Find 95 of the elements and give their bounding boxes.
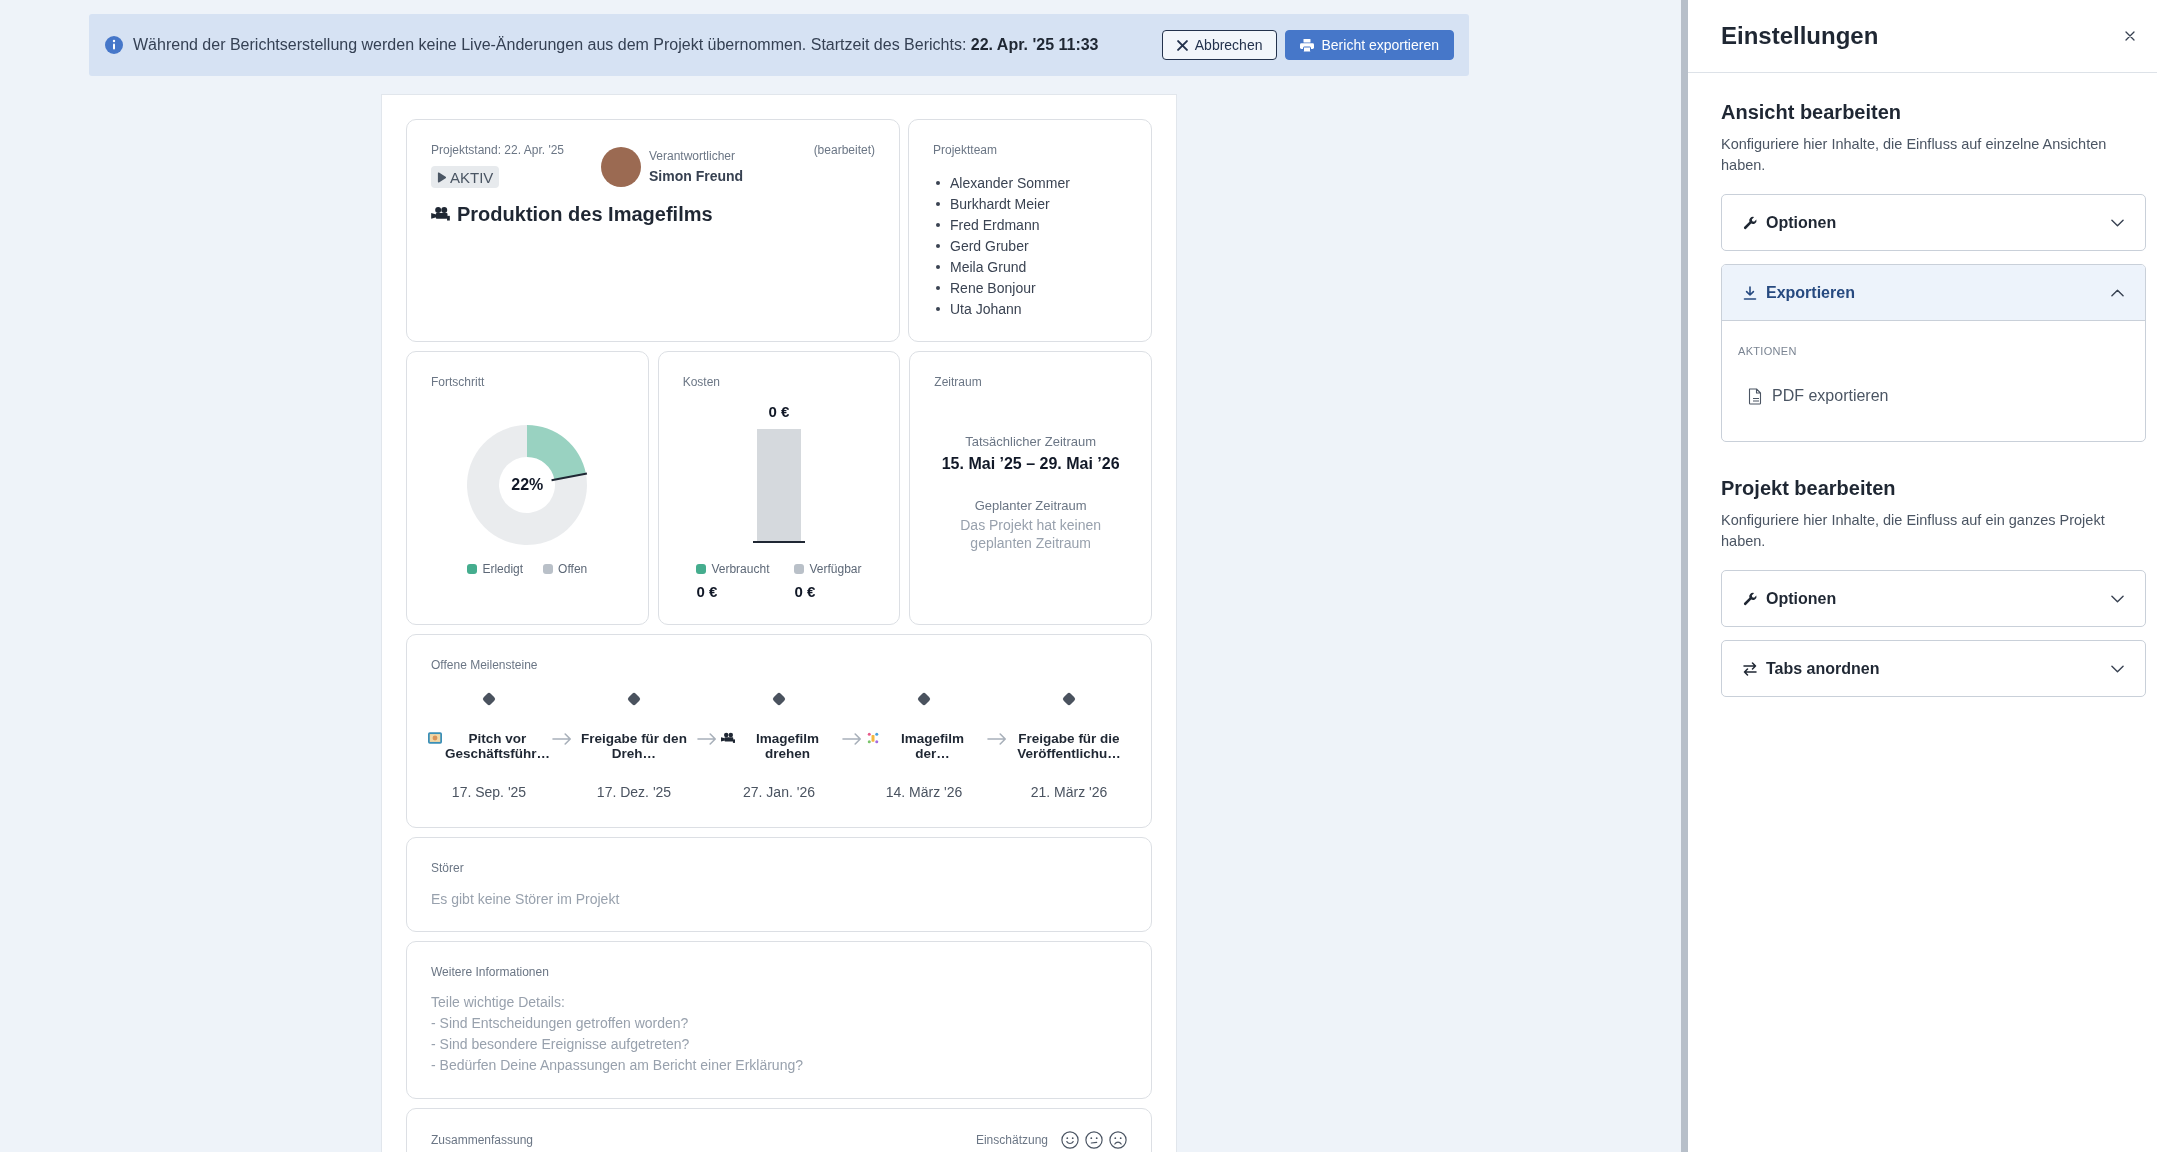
cost-total: 0 € [767,402,791,422]
bullet-icon [936,180,940,185]
milestone-date: 27. Jan. '26 [743,784,815,801]
close-icon [2125,31,2135,41]
arrow-icon [841,733,862,745]
team-member: Uta Johann [950,300,1022,317]
card-title: Weitere Informationen [431,964,550,980]
wrench-icon [1743,215,1757,230]
hint-text: Teile wichtige Details: - Sind Entscheidungen getroffen worden? - Sind besondere Ereignisse aufgetreten? - Bedürfen Deine Anpassungen am Bericht einer Erklärung? [431,993,804,1075]
neutral-face-icon[interactable] [1085,1131,1103,1149]
legend-label: Verbraucht [711,561,770,577]
cost-value: 0 € [696,582,719,602]
banner-message: Während der Berichtserstellung werden keine Live-Änderungen aus dem Projekt übernommen. Startzeit des Berichts: 22. Apr. '25 11:33 [133,36,1100,54]
confetti-icon [866,732,880,744]
download-icon [1743,285,1757,300]
framed-picture-icon [428,732,442,744]
card-title: Kosten [682,374,721,390]
period-empty-note: Das Projekt hat keinen geplanten Zeitraum [959,516,1103,552]
milestone-date: 21. März '26 [1030,784,1108,801]
project-title: Produktion des Imagefilms [457,202,713,227]
team-member: Fred Erdmann [950,216,1040,233]
team-member: Gerd Gruber [950,237,1029,254]
chevron-down-icon [2111,218,2124,227]
legend-label: Verfügbar [809,561,862,577]
status-date: Projektstand: 22. Apr. '25 [431,142,566,158]
file-icon [1748,387,1762,405]
close-icon [1176,39,1188,51]
empty-state-text: Es gibt keine Störer im Projekt [431,890,621,909]
legend-label: Erledigt [482,561,524,577]
accordion-header[interactable]: Tabs anordnen [1721,640,2146,697]
section-heading: Projekt bearbeiten [1721,476,1897,501]
sad-face-icon[interactable] [1109,1131,1127,1149]
milestone-date: 17. Dez. '25 [596,784,672,801]
chevron-down-icon [2111,594,2124,603]
card-title: Fortschritt [431,374,486,390]
section-description: Konfiguriere hier Inhalte, die Einfluss auf ein ganzes Projekt haben. [1721,511,2106,551]
accordion-header[interactable]: Exportieren [1722,265,2145,321]
status-label: AKTIV [450,168,494,186]
team-member: Alexander Sommer [950,174,1070,191]
card-title: Zusammenfassung [431,1132,534,1148]
section-description: Konfiguriere hier Inhalte, die Einfluss auf einzelne Ansichten haben. [1721,135,2108,175]
action-item[interactable]: PDF exportieren [1738,385,1899,407]
arrow-icon [551,733,572,745]
period-range: 15. Mai ’25 – 29. Mai ’26 [940,454,1121,474]
happy-face-icon[interactable] [1061,1131,1079,1149]
info-icon [105,36,123,54]
cost-value: 0 € [794,582,817,602]
progress-percent: 22% [511,476,544,494]
milestone-title: Imagefilm drehen [755,731,820,761]
accordion-header[interactable]: Optionen [1721,570,2146,627]
bullet-icon [936,201,940,206]
legend-label: Offen [558,561,588,577]
bullet-icon [936,222,940,227]
milestone-title: Pitch vor Geschäftsführ… [445,731,550,761]
period-label: Geplanter Zeitraum [973,497,1088,515]
bullet-icon [936,306,940,311]
printer-icon [1300,38,1315,52]
team-member: Rene Bonjour [950,279,1036,296]
bullet-icon [936,285,940,290]
bar-baseline [753,541,805,543]
cancel-button[interactable]: Abbrechen [1161,30,1278,60]
responsible-name: Simon Freund [649,167,744,186]
milestone-title: Imagefilm der… [900,731,965,761]
section-heading: Ansicht bearbeiten [1721,100,1903,125]
edited-note: (bearbeitet) [813,142,875,158]
swap-arrows-icon [1743,661,1757,676]
team-member: Burkhardt Meier [950,195,1050,212]
wrench-icon [1743,591,1757,606]
movie-camera-icon [431,207,450,221]
progress-marker [550,472,589,482]
milestone-title: Freigabe für die Veröffentlichu… [1016,731,1122,761]
chevron-down-icon [2111,664,2124,673]
chevron-up-icon [2111,288,2124,297]
movie-camera-icon [721,732,735,744]
arrow-icon [986,733,1007,745]
group-label: AKTIONEN [1738,344,1798,358]
accordion-header[interactable]: Optionen [1721,194,2146,251]
card-title: Störer [431,860,465,876]
period-label: Tatsächlicher Zeitraum [964,433,1098,451]
milestone-date: 17. Sep. '25 [451,784,527,801]
bullet-icon [936,243,940,248]
export-button[interactable]: Bericht exportieren [1285,30,1454,60]
card-title: Projektteam [933,142,999,158]
avatar [601,147,641,187]
responsible-label: Verantwortlicher [649,148,737,164]
bullet-icon [936,264,940,269]
card-title: Offene Meilensteine [431,657,539,673]
play-icon [437,171,446,183]
card-title: Zeitraum [934,374,983,390]
team-member: Meila Grund [950,258,1027,275]
panel-title: Einstellungen [1721,22,1879,50]
arrow-icon [696,733,717,745]
rating-label: Einschätzung [975,1132,1048,1148]
milestone-date: 14. März '26 [885,784,963,801]
milestone-title: Freigabe für den Dreh… [580,731,688,761]
